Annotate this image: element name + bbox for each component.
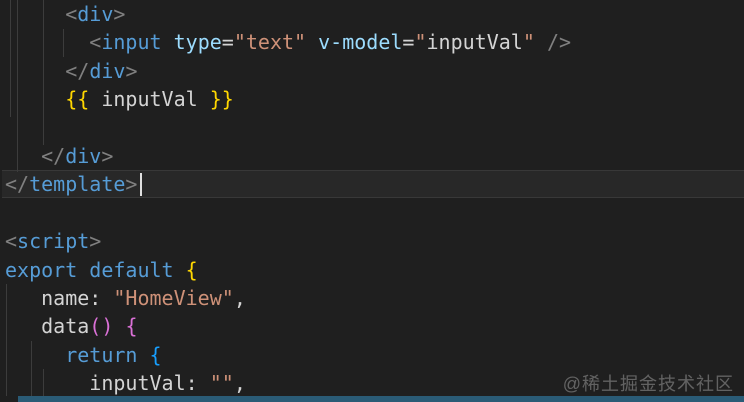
code-token: >: [101, 143, 114, 168]
code-token: {{: [65, 87, 90, 112]
code-token: "text": [233, 30, 307, 55]
code-token: div: [89, 58, 126, 83]
code-token: </: [5, 172, 30, 197]
code-line[interactable]: {{ inputVal }}: [5, 85, 744, 113]
code-line[interactable]: data() {: [5, 312, 744, 340]
code-token: template: [29, 172, 126, 197]
code-token: div: [77, 2, 114, 26]
code-token: >: [89, 229, 102, 254]
code-token: />: [546, 30, 572, 55]
code-editor[interactable]: <div> <input type="text" v-model="inputV…: [0, 0, 744, 402]
code-line[interactable]: name: "HomeView",: [5, 284, 744, 312]
code-token: }}: [209, 87, 234, 112]
code-token: :: [185, 371, 198, 396]
code-token: export: [5, 257, 78, 282]
code-token: <: [5, 229, 18, 254]
code-line[interactable]: [5, 114, 744, 142]
code-token: ,: [233, 371, 246, 396]
code-token: >: [125, 58, 138, 83]
code-area: <div> <input type="text" v-model="inputV…: [5, 0, 744, 397]
code-line[interactable]: <script>: [5, 227, 744, 255]
code-token: "HomeView": [113, 285, 234, 310]
code-token: data: [41, 314, 90, 339]
code-token: input: [101, 30, 162, 55]
code-token: ": [414, 30, 427, 55]
code-token: {: [149, 342, 162, 367]
code-token: =: [221, 30, 234, 55]
code-token: (): [89, 314, 114, 339]
code-token: </: [41, 143, 66, 168]
code-token: div: [65, 143, 102, 168]
code-token: ": [522, 30, 535, 55]
code-token: =: [402, 30, 415, 55]
code-line[interactable]: <input type="text" v-model="inputVal" />: [5, 28, 744, 56]
code-token: inputVal: [89, 371, 186, 396]
text-cursor: [140, 173, 142, 196]
code-line[interactable]: export default {: [5, 256, 744, 284]
code-token: default: [89, 257, 174, 282]
code-line[interactable]: <div>: [5, 0, 744, 28]
code-token: return: [65, 342, 138, 367]
code-line[interactable]: </template>: [5, 170, 744, 198]
code-token: >: [113, 2, 126, 26]
code-token: <: [65, 2, 78, 26]
code-token: inputVal: [426, 30, 523, 55]
code-token: ,: [233, 285, 246, 310]
code-token: :: [89, 285, 102, 310]
code-token: {: [185, 257, 198, 282]
code-token: </: [65, 58, 90, 83]
code-line[interactable]: [5, 199, 744, 227]
code-token: inputVal: [89, 87, 210, 112]
code-line[interactable]: return {: [5, 341, 744, 369]
code-token: name: [41, 285, 90, 310]
code-token: <: [89, 30, 102, 55]
code-token: "": [209, 371, 234, 396]
code-line[interactable]: </div>: [5, 57, 744, 85]
code-line[interactable]: </div>: [5, 142, 744, 170]
code-token: script: [17, 229, 90, 254]
code-token: >: [125, 172, 138, 197]
code-token: v-model: [318, 30, 403, 55]
code-token: type: [173, 30, 222, 55]
watermark: @稀土掘金技术社区: [562, 374, 734, 394]
code-token: {: [125, 314, 138, 339]
